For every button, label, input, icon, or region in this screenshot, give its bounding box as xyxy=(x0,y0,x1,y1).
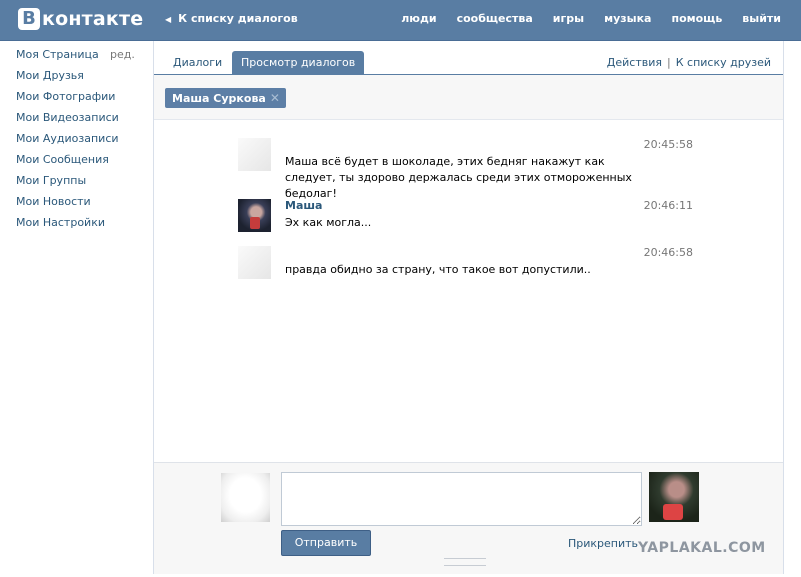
sidebar-item-audio[interactable]: Мои Аудиозаписи xyxy=(16,131,141,152)
back-to-dialogs-link[interactable]: ◀ К списку диалогов xyxy=(165,12,298,25)
sidebar-item-videos[interactable]: Мои Видеозаписи xyxy=(16,110,141,131)
tab-bar: Диалоги Просмотр диалогов Действия | К спи… xyxy=(154,51,783,75)
message-time: 20:46:11 xyxy=(643,199,693,212)
sidebar: Моя Страница ред. Мои Друзья Мои Фотогра… xyxy=(16,47,141,236)
message-item: правда обидно за страну, что такое вот д… xyxy=(238,246,693,280)
back-to-dialogs-label: К списку диалогов xyxy=(178,12,298,25)
recipient-bar: Маша Суркова ✕ xyxy=(154,75,783,120)
compose-area: Отправить Прикрепить xyxy=(154,462,783,574)
message-input[interactable] xyxy=(281,472,642,526)
nav-logout[interactable]: выйти xyxy=(742,12,781,25)
separator: | xyxy=(667,56,671,69)
nav-communities[interactable]: сообщества xyxy=(457,12,533,25)
send-button[interactable]: Отправить xyxy=(281,530,371,556)
resize-handle[interactable] xyxy=(444,558,486,566)
message-text: Маша всё будет в шоколаде, этих бедняг н… xyxy=(285,155,632,200)
sidebar-item-news[interactable]: Мои Новости xyxy=(16,194,141,215)
message-author[interactable]: Маша xyxy=(285,199,322,212)
avatar[interactable] xyxy=(238,138,271,171)
tab-links: Действия | К списку друзей xyxy=(607,56,771,69)
attach-link[interactable]: Прикрепить xyxy=(568,537,638,550)
dialog-panel: Диалоги Просмотр диалогов Действия | К спи… xyxy=(153,41,784,574)
top-nav: люди сообщества игры музыка помощь выйти xyxy=(401,12,801,25)
message-time: 20:46:58 xyxy=(643,246,693,259)
recipient-avatar[interactable] xyxy=(649,472,699,522)
nav-people[interactable]: люди xyxy=(401,12,436,25)
close-icon[interactable]: ✕ xyxy=(270,91,280,105)
message-item: Маша всё будет в шоколаде, этих бедняг н… xyxy=(238,138,693,200)
sidebar-item-my-page[interactable]: Моя Страница ред. xyxy=(16,47,141,68)
recipient-name: Маша Суркова xyxy=(172,92,266,105)
sidebar-item-photos[interactable]: Мои Фотографии xyxy=(16,89,141,110)
sidebar-item-groups[interactable]: Мои Группы xyxy=(16,173,141,194)
sidebar-item-settings[interactable]: Мои Настройки xyxy=(16,215,141,236)
top-header: В контакте ◀ К списку диалогов люди сообщ… xyxy=(0,0,801,41)
avatar[interactable] xyxy=(238,246,271,279)
message-time: 20:45:58 xyxy=(643,138,693,151)
logo-text: контакте xyxy=(42,8,144,30)
sidebar-item-friends[interactable]: Мои Друзья xyxy=(16,68,141,89)
logo-letter: В xyxy=(18,8,40,30)
message-text: правда обидно за страну, что такое вот д… xyxy=(285,263,591,276)
nav-help[interactable]: помощь xyxy=(671,12,722,25)
tab-view-dialogs[interactable]: Просмотр диалогов xyxy=(232,51,365,74)
vk-logo[interactable]: В контакте xyxy=(18,7,143,31)
edit-link[interactable]: ред. xyxy=(110,47,135,63)
tab-dialogs[interactable]: Диалоги xyxy=(164,51,231,74)
recipient-chip[interactable]: Маша Суркова ✕ xyxy=(165,88,286,108)
sidebar-item-label: Моя Страница xyxy=(16,48,99,61)
avatar[interactable] xyxy=(238,199,271,232)
nav-games[interactable]: игры xyxy=(553,12,584,25)
actions-link[interactable]: Действия xyxy=(607,56,662,69)
message-text: Эх как могла... xyxy=(285,216,372,229)
message-item: Маша Эх как могла... 20:46:11 xyxy=(238,199,693,233)
left-arrow-icon: ◀ xyxy=(165,15,172,24)
watermark: YAPLAKAL.COM xyxy=(638,540,766,556)
my-avatar[interactable] xyxy=(221,473,270,522)
friends-list-link[interactable]: К списку друзей xyxy=(676,56,771,69)
sidebar-item-messages[interactable]: Мои Сообщения xyxy=(16,152,141,173)
nav-music[interactable]: музыка xyxy=(604,12,651,25)
